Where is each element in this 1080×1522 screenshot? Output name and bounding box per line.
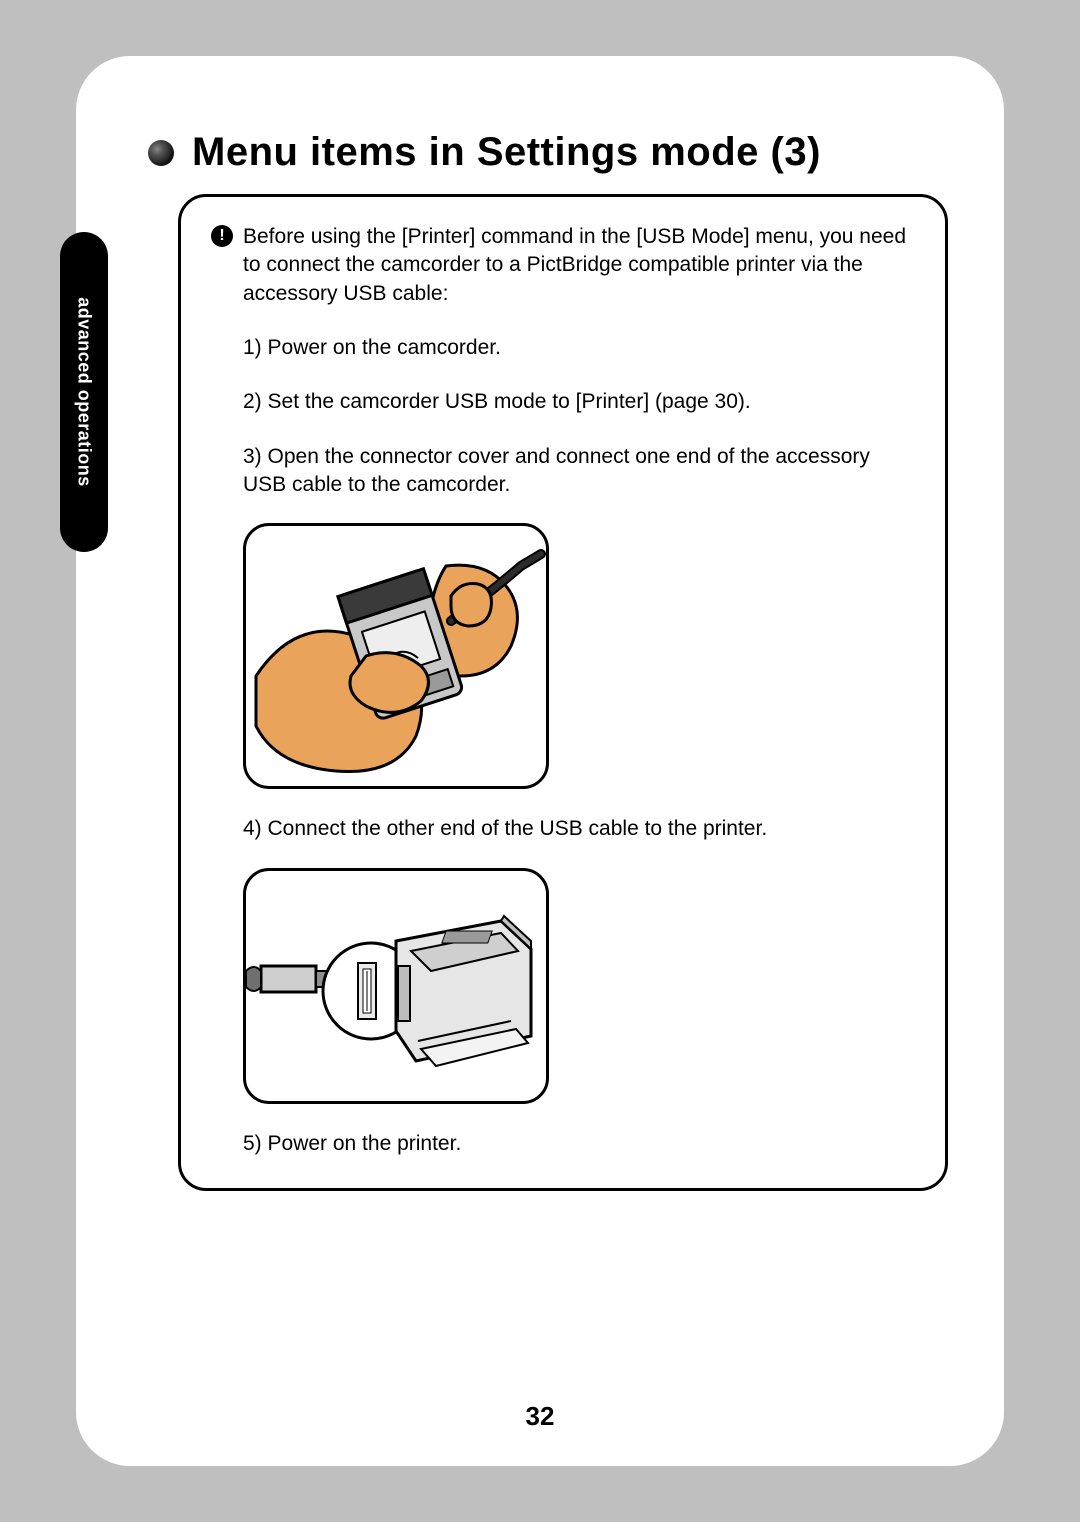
section-tab-label: advanced operations [74,297,95,487]
step-1: 1) Power on the camcorder. [243,334,915,362]
intro-text: Before using the [Printer] command in th… [243,223,915,308]
page-number: 32 [76,1401,1004,1432]
step-4: 4) Connect the other end of the USB cabl… [243,815,915,843]
step-3: 3) Open the connector cover and connect … [243,443,915,500]
step-5: 5) Power on the printer. [243,1130,915,1158]
heading-title: Menu items in Settings mode (3) [192,130,821,175]
illustration-printer [243,868,549,1104]
info-box: ! Before using the [Printer] command in … [178,194,948,1191]
illustration-camcorder [243,523,549,789]
section-tab: advanced operations [60,232,108,552]
alert-icon: ! [211,225,233,247]
intro-row: ! Before using the [Printer] command in … [211,223,915,308]
step-2: 2) Set the camcorder USB mode to [Printe… [243,388,915,416]
manual-page: Menu items in Settings mode (3) ! Before… [76,56,1004,1466]
page-heading: Menu items in Settings mode (3) [148,130,932,175]
heading-bullet-icon [148,140,174,166]
